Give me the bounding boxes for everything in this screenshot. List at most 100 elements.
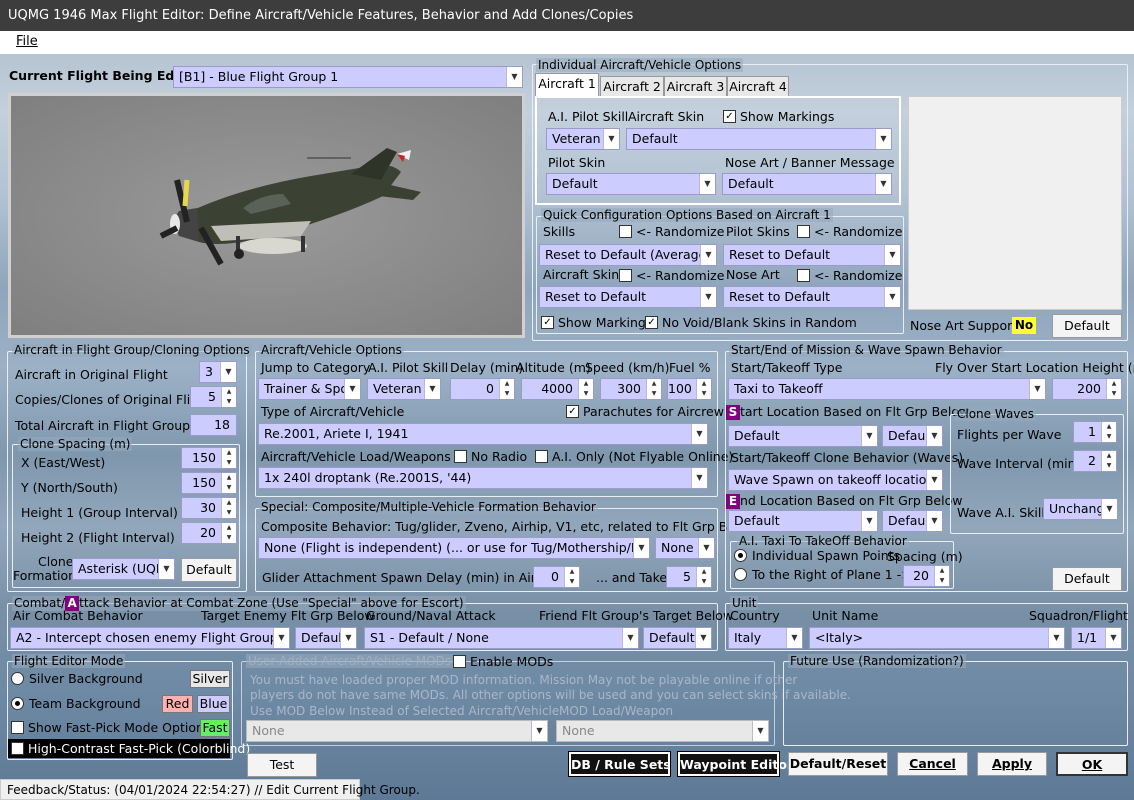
spinner-arrows-icon[interactable]: ▲ ▼ — [221, 498, 236, 518]
spinner-arrows-icon[interactable]: ▲ ▼ — [696, 379, 711, 399]
blue-swatch[interactable]: Blue — [197, 695, 230, 713]
ai-skill-select[interactable]: Veteran ▼ — [546, 128, 620, 150]
load-select[interactable]: 1x 240l droptank (Re.2001S, '44) ▼ — [258, 467, 708, 489]
ground-attack-select[interactable]: S1 - Default / None ▼ — [364, 627, 639, 649]
spinner-arrows-icon[interactable]: ▲ ▼ — [1101, 422, 1116, 442]
x-spinner[interactable]: 150 ▲ ▼ — [181, 447, 237, 469]
pilot-skin-select[interactable]: Default ▼ — [546, 173, 716, 195]
fastpick-checkbox[interactable]: Show Fast-Pick Mode Options — [11, 720, 210, 736]
tab-aircraft-4[interactable]: Aircraft 4 — [727, 76, 789, 97]
spinner-arrows-icon[interactable]: ▲ ▼ — [221, 448, 236, 468]
end-location-select[interactable]: Default ▼ — [728, 510, 878, 532]
db-rule-sets-button[interactable]: DB / Rule Sets — [568, 751, 671, 777]
air-combat-select[interactable]: A2 - Intercept chosen enemy Flight Group… — [10, 627, 290, 649]
mission-default-button[interactable]: Default — [1052, 567, 1122, 591]
altitude-spinner[interactable]: 4000 ▲ ▼ — [521, 378, 594, 400]
clone-behavior-select[interactable]: Wave Spawn on takeoff location ▼ — [728, 469, 943, 491]
current-flight-select[interactable]: [B1] - Blue Flight Group 1 ▼ — [173, 66, 523, 88]
unit-name-select[interactable]: <Italy> ▼ — [809, 627, 1065, 649]
no-radio-checkbox[interactable]: No Radio — [454, 449, 527, 465]
spinner-arrows-icon[interactable]: ▲ ▼ — [564, 567, 579, 587]
aircraft-skins-reset-select[interactable]: Reset to Default ▼ — [539, 286, 717, 308]
contrast-checkbox[interactable]: High-Contrast Fast-Pick (Colorblind) — [11, 741, 250, 757]
parachutes-label: Parachutes for Aircrew — [583, 404, 724, 419]
spinner-arrows-icon[interactable]: ▲ ▼ — [646, 379, 661, 399]
wave-skills-select[interactable]: Unchange ▼ — [1043, 498, 1118, 520]
delay-spinner[interactable]: 0 ▲ ▼ — [450, 378, 515, 400]
orig-flight-select[interactable]: 3 ▼ — [199, 361, 237, 383]
right-of-plane-radio[interactable]: To the Right of Plane 1 -> — [734, 567, 912, 583]
default-reset-button[interactable]: Default/Reset — [788, 752, 888, 776]
flights-per-wave-spinner[interactable]: 1 ▲ ▼ — [1073, 421, 1117, 443]
taxi-spacing-spinner[interactable]: 20 ▲ ▼ — [903, 565, 950, 587]
target-enemy-select[interactable]: Defaul ▼ — [295, 627, 357, 649]
friend-target-select[interactable]: Default ▼ — [643, 627, 712, 649]
type-select[interactable]: Re.2001, Ariete I, 1941 ▼ — [258, 423, 708, 445]
noseart-default-button[interactable]: Default — [1052, 314, 1122, 338]
pilot-skins-reset-select[interactable]: Reset to Default ▼ — [723, 244, 901, 266]
nose-art-reset-select[interactable]: Reset to Default ▼ — [723, 286, 901, 308]
fast-swatch[interactable]: Fast — [200, 719, 230, 737]
flyover-spinner[interactable]: 200 ▲ ▼ — [1052, 378, 1122, 400]
test-button[interactable]: Test — [247, 753, 317, 777]
aircraft-skins-label: Aircraft Skins — [543, 267, 626, 282]
y-spinner[interactable]: 150 ▲ ▼ — [181, 472, 237, 494]
start-type-select[interactable]: Taxi to Takeoff ▼ — [728, 378, 1046, 400]
aircraft-skins-randomize-checkbox[interactable]: <- Randomize — [619, 268, 724, 284]
parachutes-checkbox[interactable]: ✓ Parachutes for Aircrew — [566, 404, 724, 420]
takeoff-spinner[interactable]: 5 ▲ ▼ — [666, 566, 712, 588]
spinner-arrows-icon[interactable]: ▲ ▼ — [696, 567, 711, 587]
glider-spinner[interactable]: 0 ▲ ▼ — [533, 566, 580, 588]
country-select[interactable]: Italy ▼ — [728, 627, 803, 649]
quick-show-markings-checkbox[interactable]: ✓ Show Markings — [541, 315, 652, 331]
composite-select[interactable]: None (Flight is independent) (... or use… — [258, 537, 650, 559]
fuel-spinner[interactable]: 100 ▲ ▼ — [667, 378, 712, 400]
noseart-select[interactable]: Default ▼ — [722, 173, 892, 195]
spinner-arrows-icon[interactable]: ▲ ▼ — [934, 566, 949, 586]
no-void-checkbox[interactable]: ✓ No Void/Blank Skins in Random — [645, 315, 857, 331]
spinner-arrows-icon[interactable]: ▲ ▼ — [1101, 451, 1116, 471]
spinner-arrows-icon[interactable]: ▲ ▼ — [221, 387, 236, 407]
spinner-arrows-icon[interactable]: ▲ ▼ — [221, 523, 236, 543]
pilot-skins-randomize-checkbox[interactable]: <- Randomize — [797, 224, 902, 240]
nose-art-randomize-checkbox[interactable]: <- Randomize — [797, 268, 902, 284]
composite-target-select[interactable]: None ▼ — [655, 537, 715, 559]
spinner-arrows-icon[interactable]: ▲ ▼ — [499, 379, 514, 399]
y-value: 150 — [192, 475, 216, 490]
aircraft-skin-select[interactable]: Default ▼ — [626, 128, 892, 150]
spinner-arrows-icon[interactable]: ▲ ▼ — [578, 379, 593, 399]
red-swatch[interactable]: Red — [162, 695, 193, 713]
vehicle-ai-select[interactable]: Veteran ▼ — [367, 378, 441, 400]
squadron-select[interactable]: 1/1 ▼ — [1071, 627, 1122, 649]
spinner-arrows-icon[interactable]: ▲ ▼ — [221, 473, 236, 493]
show-markings-checkbox[interactable]: ✓ Show Markings — [723, 109, 834, 125]
copies-spinner[interactable]: 5 ▲ ▼ — [190, 386, 237, 408]
skills-randomize-checkbox[interactable]: <- Randomize — [619, 224, 724, 240]
h2-spinner[interactable]: 20 ▲ ▼ — [181, 522, 237, 544]
tab-aircraft-1[interactable]: Aircraft 1 — [535, 73, 599, 97]
tab-aircraft-3[interactable]: Aircraft 3 — [664, 76, 727, 97]
tab-aircraft-2[interactable]: Aircraft 2 — [600, 76, 664, 97]
cancel-button[interactable]: Cancel — [897, 752, 968, 776]
individual-spawn-radio[interactable]: Individual Spawn Points — [734, 548, 900, 564]
team-bg-radio[interactable]: Team Background — [11, 696, 141, 712]
start-location-select[interactable]: Default ▼ — [728, 425, 878, 447]
enable-mods-checkbox[interactable]: Enable MODs — [453, 654, 553, 670]
ai-only-checkbox[interactable]: A.I. Only (Not Flyable Online) — [535, 449, 733, 465]
skills-reset-select[interactable]: Reset to Default (Average) ▼ — [539, 244, 717, 266]
jump-select[interactable]: Trainer & Spor ▼ — [258, 378, 361, 400]
end-location-select-2[interactable]: Defaul ▼ — [882, 510, 943, 532]
waypoint-editor-button[interactable]: Waypoint Editor — [677, 751, 793, 777]
silver-bg-radio[interactable]: Silver Background — [11, 671, 143, 687]
ok-button[interactable]: OK — [1056, 752, 1128, 776]
apply-button[interactable]: Apply — [977, 752, 1047, 776]
h1-spinner[interactable]: 30 ▲ ▼ — [181, 497, 237, 519]
spinner-arrows-icon[interactable]: ▲ ▼ — [1106, 379, 1121, 399]
wave-interval-spinner[interactable]: 2 ▲ ▼ — [1073, 450, 1117, 472]
formation-select[interactable]: Asterisk (UQM ▼ — [72, 558, 175, 580]
speed-spinner[interactable]: 300 ▲ ▼ — [600, 378, 662, 400]
formation-default-button[interactable]: Default — [181, 558, 237, 582]
menu-file[interactable]: File — [16, 34, 38, 49]
start-location-select-2[interactable]: Defaul ▼ — [882, 425, 943, 447]
silver-swatch[interactable]: Silver — [190, 670, 230, 688]
